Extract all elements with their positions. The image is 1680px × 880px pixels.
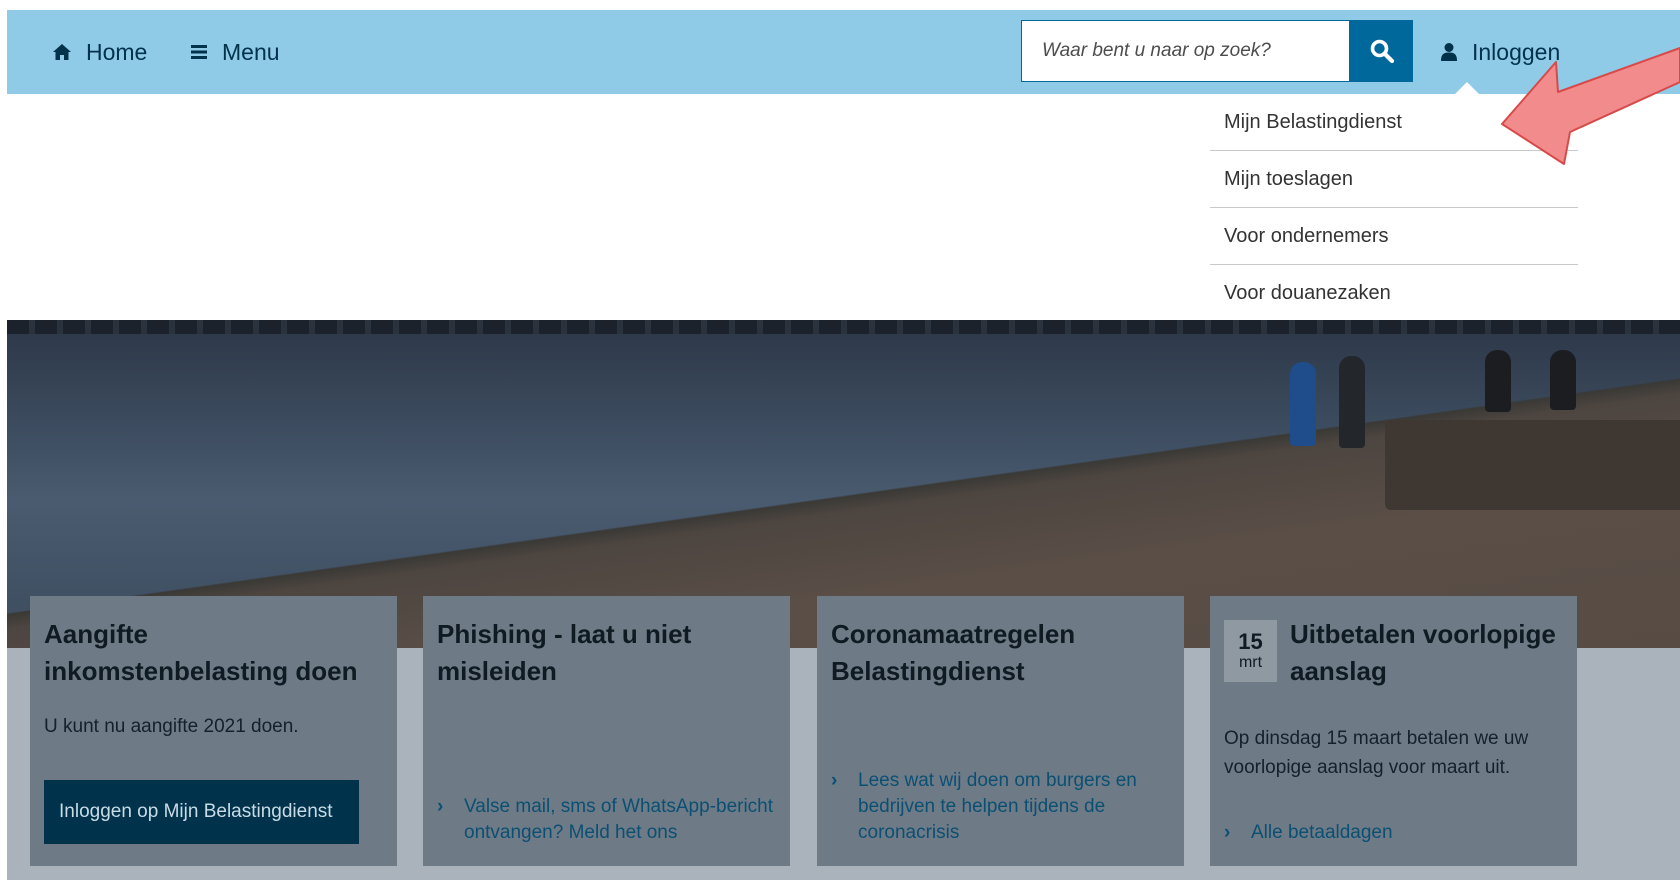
hero-person [1485,350,1511,412]
user-icon [1440,42,1458,62]
link-text: Alle betaaldagen [1251,822,1393,843]
menu-label: Menu [222,38,280,65]
search-form [1021,20,1421,82]
dropdown-item-voor-douanezaken[interactable]: Voor douanezaken [1210,265,1578,321]
hero-person [1339,356,1365,448]
card-phishing: Phishing - laat u niet misleiden › Valse… [423,596,790,866]
home-icon [52,43,72,61]
card-title: Uitbetalen voorlopige aanslag [1290,619,1556,686]
card-aangifte: Aangifte inkomstenbelasting doen U kunt … [30,596,397,866]
betaaldagen-link[interactable]: › Alle betaaldagen [1224,820,1563,846]
card-title: Phishing - laat u niet misleiden [437,619,692,686]
hero-person [1290,362,1316,446]
annotation-arrow [1501,47,1680,165]
home-link[interactable]: Home [52,10,147,94]
chevron-right-icon: › [831,770,838,791]
phishing-link[interactable]: › Valse mail, sms of WhatsApp-bericht on… [437,794,776,846]
link-text: Valse mail, sms of WhatsApp-bericht ontv… [464,796,774,843]
card-text: Op dinsdag 15 maart betalen we uw voorlo… [1224,728,1529,778]
date-badge: 15 mrt [1224,620,1277,682]
home-label: Home [86,38,148,65]
hero-person [1550,350,1576,410]
top-navbar: Home Menu Inloggen [7,10,1680,94]
card-corona: Coronamaatregelen Belastingdienst › Lees… [817,596,1184,866]
login-mijn-belastingdienst-button[interactable]: Inloggen op Mijn Belastingdienst [44,780,359,844]
link-text: Lees wat wij doen om burgers en bedrijve… [858,770,1137,843]
search-button[interactable] [1350,20,1413,82]
chevron-right-icon: › [1224,822,1231,843]
card-title: Coronamaatregelen Belastingdienst [831,619,1076,686]
hero-railing [7,320,1680,334]
date-day: 15 [1238,629,1263,654]
menu-icon [190,44,208,60]
corona-link[interactable]: › Lees wat wij doen om burgers en bedrij… [831,768,1170,846]
date-month: mrt [1238,654,1263,671]
search-icon [1369,38,1395,64]
dropdown-item-voor-ondernemers[interactable]: Voor ondernemers [1210,208,1578,265]
card-title: Aangifte inkomstenbelasting doen [44,619,358,686]
hero-stones [1385,420,1680,510]
card-uitbetalen: 15 mrt Uitbetalen voorlopige aanslag Op … [1210,596,1577,866]
chevron-right-icon: › [437,796,444,817]
card-text: U kunt nu aangifte 2021 doen. [44,716,299,737]
menu-button[interactable]: Menu [190,10,280,94]
search-input[interactable] [1021,20,1350,82]
